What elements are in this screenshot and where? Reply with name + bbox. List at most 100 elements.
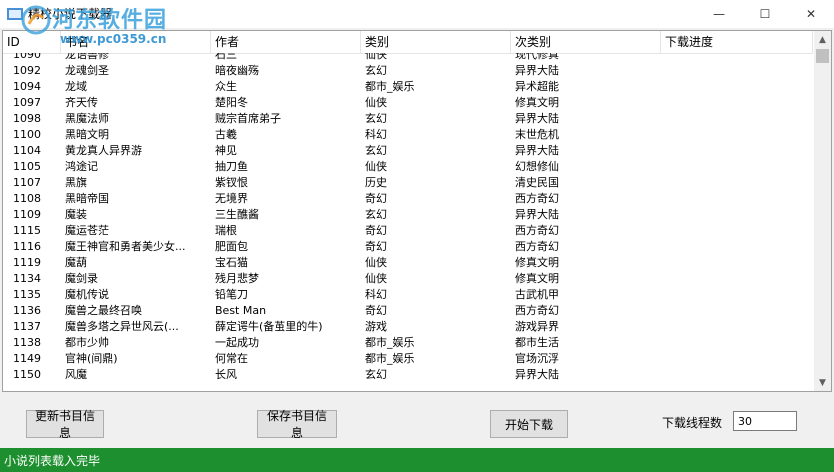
close-button[interactable]: ✕ [788, 0, 834, 28]
scroll-up-icon[interactable]: ▲ [814, 31, 831, 48]
table-row[interactable]: 1116 魔王神官和勇者美少女... 肥面包 奇幻 西方奇幻 [3, 239, 813, 255]
cell-name: 龙语兽修 [65, 53, 109, 61]
cell-progress [661, 207, 811, 223]
cell-name: 鸿途记 [65, 160, 98, 173]
cell-author: 三生醮酱 [215, 208, 259, 221]
table-row[interactable]: 1136 魔兽之最终召唤 Best Man 奇幻 西方奇幻 [3, 303, 813, 319]
cell-name: 魔运苍茫 [65, 224, 109, 237]
thread-count-input[interactable] [733, 411, 797, 431]
cell-name: 黑魔法师 [65, 112, 109, 125]
table-row[interactable]: 1137 魔兽多塔之异世风云(... 薛定谔牛(备茧里的牛) 游戏 游戏异界 [3, 319, 813, 335]
cell-id: 1092 [13, 64, 41, 77]
scroll-thumb[interactable] [816, 49, 829, 63]
cell-name: 风魔 [65, 368, 87, 381]
update-catalog-button[interactable]: 更新书目信息 [26, 409, 104, 440]
table-row[interactable]: 1100 黑暗文明 古羲 科幻 末世危机 [3, 127, 813, 143]
table-row[interactable]: 1115 魔运苍茫 瑞根 奇幻 西方奇幻 [3, 223, 813, 239]
cell-category: 奇幻 [365, 224, 387, 237]
status-bar: 小说列表载入完毕 [0, 448, 834, 472]
cell-author: 残月悲梦 [215, 272, 259, 285]
cell-category: 科幻 [365, 128, 387, 141]
cell-category: 玄幻 [365, 208, 387, 221]
cell-progress [661, 95, 811, 111]
cell-progress [661, 143, 811, 159]
cell-author: 薛定谔牛(备茧里的牛) [215, 320, 323, 333]
table-row[interactable]: 1107 黑旗 紫钗恨 历史 清史民国 [3, 175, 813, 191]
table-row[interactable]: 1109 魔装 三生醮酱 玄幻 异界大陆 [3, 207, 813, 223]
cell-name: 魔兽多塔之异世风云(... [65, 320, 179, 333]
cell-id: 1094 [13, 80, 41, 93]
cell-category: 仙侠 [365, 96, 387, 109]
table-row[interactable]: 1119 魔葫 宝石猫 仙侠 修真文明 [3, 255, 813, 271]
cell-id: 1109 [13, 208, 41, 221]
minimize-icon: — [713, 7, 725, 21]
cell-id: 1107 [13, 176, 41, 189]
table-row[interactable]: 1149 官神(间鼎) 何常在 都市_娱乐 官场沉浮 [3, 351, 813, 367]
column-header-name[interactable]: 书名 [61, 31, 211, 53]
vertical-scrollbar[interactable]: ▲ ▼ [814, 31, 831, 391]
cell-progress [661, 303, 811, 319]
table-row[interactable]: 1104 黄龙真人异界游 神见 玄幻 异界大陆 [3, 143, 813, 159]
cell-author: 无境界 [215, 192, 248, 205]
table-row[interactable]: 1150 风魔 长风 玄幻 异界大陆 [3, 367, 813, 383]
cell-category: 玄幻 [365, 112, 387, 125]
cell-progress [661, 319, 811, 335]
table-row[interactable]: 1105 鸿途记 抽刀鱼 仙侠 幻想修仙 [3, 159, 813, 175]
table-row[interactable]: 1092 龙魂剑圣 暗夜幽殇 玄幻 异界大陆 [3, 63, 813, 79]
thread-count-label: 下载线程数 [662, 416, 723, 430]
table-row[interactable]: 1138 都市少帅 一起成功 都市_娱乐 都市生活 [3, 335, 813, 351]
cell-subcategory: 官场沉浮 [515, 352, 559, 365]
cell-name: 魔兽之最终召唤 [65, 304, 142, 317]
cell-progress [661, 159, 811, 175]
column-header-progress[interactable]: 下载进度 [661, 31, 813, 53]
cell-author: 抽刀鱼 [215, 160, 248, 173]
column-header-subcategory[interactable]: 次类别 [511, 31, 661, 53]
cell-subcategory: 异界大陆 [515, 144, 559, 157]
cell-category: 玄幻 [365, 64, 387, 77]
cell-subcategory: 西方奇幻 [515, 240, 559, 253]
cell-author: 暗夜幽殇 [215, 64, 259, 77]
cell-id: 1150 [13, 368, 41, 381]
cell-id: 1115 [13, 224, 41, 237]
cell-name: 黑旗 [65, 176, 87, 189]
cell-subcategory: 西方奇幻 [515, 192, 559, 205]
cell-subcategory: 末世危机 [515, 128, 559, 141]
cell-subcategory: 都市生活 [515, 336, 559, 349]
table-row[interactable]: 1098 黑魔法师 贼宗首席弟子 玄幻 异界大陆 [3, 111, 813, 127]
table-row[interactable]: 1134 魔剑录 残月悲梦 仙侠 修真文明 [3, 271, 813, 287]
table-row[interactable]: 1108 黑暗帝国 无境界 奇幻 西方奇幻 [3, 191, 813, 207]
table-row[interactable]: 1090 龙语兽修 石三 仙侠 现代修真 [3, 53, 813, 63]
column-header-id[interactable]: ID [3, 31, 61, 53]
cell-name: 魔王神官和勇者美少女... [65, 240, 186, 253]
cell-id: 1090 [13, 53, 41, 61]
cell-id: 1105 [13, 160, 41, 173]
cell-id: 1135 [13, 288, 41, 301]
cell-category: 都市_娱乐 [365, 80, 415, 93]
cell-id: 1116 [13, 240, 41, 253]
column-header-author[interactable]: 作者 [211, 31, 361, 53]
cell-category: 仙侠 [365, 53, 387, 61]
cell-author: 神见 [215, 144, 237, 157]
maximize-button[interactable]: ☐ [742, 0, 788, 28]
column-header-category[interactable]: 类别 [361, 31, 511, 53]
status-text: 小说列表载入完毕 [4, 454, 101, 468]
cell-id: 1119 [13, 256, 41, 269]
minimize-button[interactable]: — [696, 0, 742, 28]
save-catalog-button[interactable]: 保存书目信息 [257, 409, 337, 440]
window-title: 精校小说下载器 [28, 7, 113, 21]
cell-name: 黄龙真人异界游 [65, 144, 142, 157]
cell-author: 众生 [215, 80, 237, 93]
cell-author: 古羲 [215, 128, 237, 141]
cell-subcategory: 现代修真 [515, 53, 559, 61]
cell-progress [661, 111, 811, 127]
table-row[interactable]: 1135 魔机传说 铅笔刀 科幻 古武机甲 [3, 287, 813, 303]
table-row[interactable]: 1097 齐天传 楚阳冬 仙侠 修真文明 [3, 95, 813, 111]
cell-subcategory: 修真文明 [515, 256, 559, 269]
start-download-button[interactable]: 开始下载 [490, 410, 568, 438]
cell-name: 都市少帅 [65, 336, 109, 349]
cell-category: 历史 [365, 176, 387, 189]
cell-author: 长风 [215, 368, 237, 381]
book-list[interactable]: ID 书名 作者 类别 次类别 下载进度 1090 龙语兽修 石三 仙侠 现代修真 109… [2, 30, 832, 392]
table-row[interactable]: 1094 龙域 众生 都市_娱乐 异术超能 [3, 79, 813, 95]
scroll-down-icon[interactable]: ▼ [814, 374, 831, 391]
